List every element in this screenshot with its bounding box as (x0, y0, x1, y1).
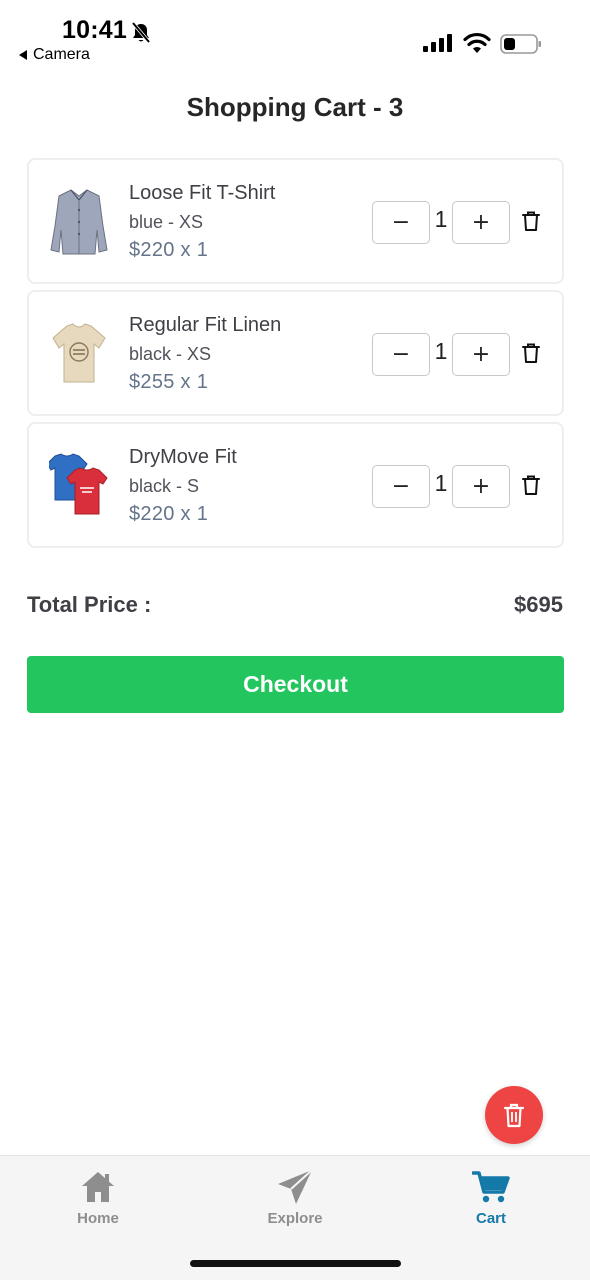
trash-icon[interactable] (521, 342, 541, 364)
clear-cart-button[interactable] (485, 1086, 543, 1144)
back-to-camera[interactable]: Camera (19, 46, 90, 64)
quantity-value: 1 (434, 338, 448, 364)
tab-explore[interactable]: Explore (235, 1168, 355, 1227)
cart-item: Loose Fit T-Shirt blue - XS $220 x 1 − 1… (27, 158, 564, 284)
tab-home[interactable]: Home (38, 1168, 158, 1227)
quantity-value: 1 (434, 470, 448, 496)
decrease-quantity-button[interactable]: − (372, 333, 430, 376)
product-image-shirt (50, 189, 108, 255)
trash-icon (503, 1103, 525, 1128)
screen: 10:41 Camera Shopping Cart - 3 Loose Fit… (0, 0, 590, 1280)
status-time: 10:41 (62, 16, 127, 44)
tab-label: Explore (267, 1210, 323, 1227)
increase-quantity-button[interactable]: + (452, 201, 510, 244)
item-variant: black - XS (129, 344, 212, 364)
item-name: Regular Fit Linen (129, 314, 282, 336)
battery-icon (500, 34, 541, 54)
total-price-label: Total Price : (27, 592, 152, 617)
item-variant: blue - XS (129, 212, 204, 232)
trash-icon[interactable] (521, 474, 541, 496)
total-price-value: $695 (514, 592, 563, 617)
page-title: Shopping Cart - 3 (186, 92, 404, 122)
item-variant: black - S (129, 476, 200, 496)
home-icon (82, 1172, 114, 1202)
cellular-signal-icon (423, 34, 452, 52)
cart-icon (472, 1171, 510, 1203)
item-price: $220 x 1 (129, 239, 209, 261)
back-camera-label: Camera (33, 46, 90, 63)
item-name: DryMove Fit (129, 446, 237, 468)
decrease-quantity-button[interactable]: − (372, 465, 430, 508)
increase-quantity-button[interactable]: + (452, 465, 510, 508)
product-image-tshirts (49, 453, 108, 515)
bell-slash-icon (131, 22, 151, 44)
increase-quantity-button[interactable]: + (452, 333, 510, 376)
tab-cart[interactable]: Cart (431, 1168, 551, 1227)
product-image-tshirt (52, 323, 106, 383)
quantity-value: 1 (434, 206, 448, 232)
send-icon (278, 1169, 313, 1204)
back-arrow-icon (19, 50, 27, 60)
item-name: Loose Fit T-Shirt (129, 182, 276, 204)
wifi-icon (463, 32, 491, 53)
item-price: $255 x 1 (129, 371, 209, 393)
home-indicator (190, 1260, 401, 1267)
tab-label: Cart (475, 1210, 506, 1227)
checkout-button[interactable]: Checkout (27, 656, 564, 713)
cart-item: Regular Fit Linen black - XS $255 x 1 − … (27, 290, 564, 416)
trash-icon[interactable] (521, 210, 541, 232)
decrease-quantity-button[interactable]: − (372, 201, 430, 244)
cart-item: DryMove Fit black - S $220 x 1 − 1 + (27, 422, 564, 548)
tab-label: Home (77, 1210, 119, 1227)
item-price: $220 x 1 (129, 503, 209, 525)
